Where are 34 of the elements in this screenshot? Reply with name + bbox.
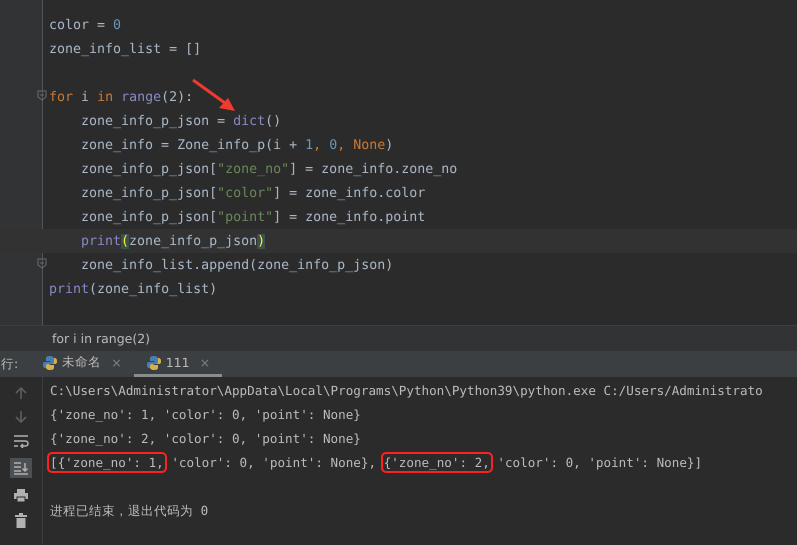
- code-line: zone_info_p_json["zone_no"] = zone_info.zone_no: [81, 162, 458, 176]
- code-line: zone_info_list = []: [49, 42, 202, 56]
- fold-icon[interactable]: [37, 90, 47, 101]
- code-line: print(zone_info_p_json): [81, 234, 266, 248]
- code-line: zone_info_p_json = dict(): [81, 114, 282, 128]
- code-line: for i in range(2):: [49, 90, 194, 104]
- code-line: color = 0: [49, 18, 122, 32]
- down-arrow-icon[interactable]: [14, 410, 28, 424]
- code-line: print(zone_info_list): [49, 282, 218, 296]
- highlight-box: [{'zone_no': 1,: [50, 455, 164, 470]
- code-line: zone_info_p_json["point"] = zone_info.point: [81, 210, 426, 224]
- scroll-to-end-button[interactable]: [10, 458, 32, 478]
- python-icon: [42, 354, 58, 370]
- arrow-annotation-icon: [191, 78, 237, 112]
- up-arrow-icon[interactable]: [14, 386, 28, 400]
- soft-wrap-icon[interactable]: [13, 434, 29, 448]
- run-tab[interactable]: 未命名 ×: [30, 351, 134, 377]
- breadcrumb[interactable]: for i in range(2): [52, 331, 150, 346]
- python-icon: [146, 354, 162, 370]
- run-tab[interactable]: 111 ×: [134, 351, 222, 377]
- console-output: {'zone_no': 2, 'color': 0, 'point': None}: [50, 431, 361, 446]
- console-output: {'zone_no': 1, 'color': 0, 'point': None}: [50, 407, 361, 422]
- console-output: 'color': 0, 'point': None},: [170, 455, 378, 470]
- console-output: C:\Users\Administrator\AppData\Local\Programs\Python\Python39\python.exe C:/Users/Administrato: [50, 383, 763, 398]
- run-label: 行:: [1, 356, 18, 372]
- trash-icon[interactable]: [14, 513, 28, 528]
- code-line: zone_info = Zone_info_p(i + 1, 0, None): [81, 138, 394, 152]
- fold-icon[interactable]: [37, 258, 47, 269]
- highlight-box: {'zone_no': 2,: [384, 455, 490, 470]
- print-icon[interactable]: [13, 488, 29, 503]
- console-output: 'color': 0, 'point': None}]: [496, 455, 702, 470]
- console-output: 进程已结束，退出代码为 0: [50, 503, 208, 518]
- code-line: zone_info_p_json["color"] = zone_info.color: [81, 186, 426, 200]
- code-line: zone_info_list.append(zone_info_p_json): [81, 258, 394, 272]
